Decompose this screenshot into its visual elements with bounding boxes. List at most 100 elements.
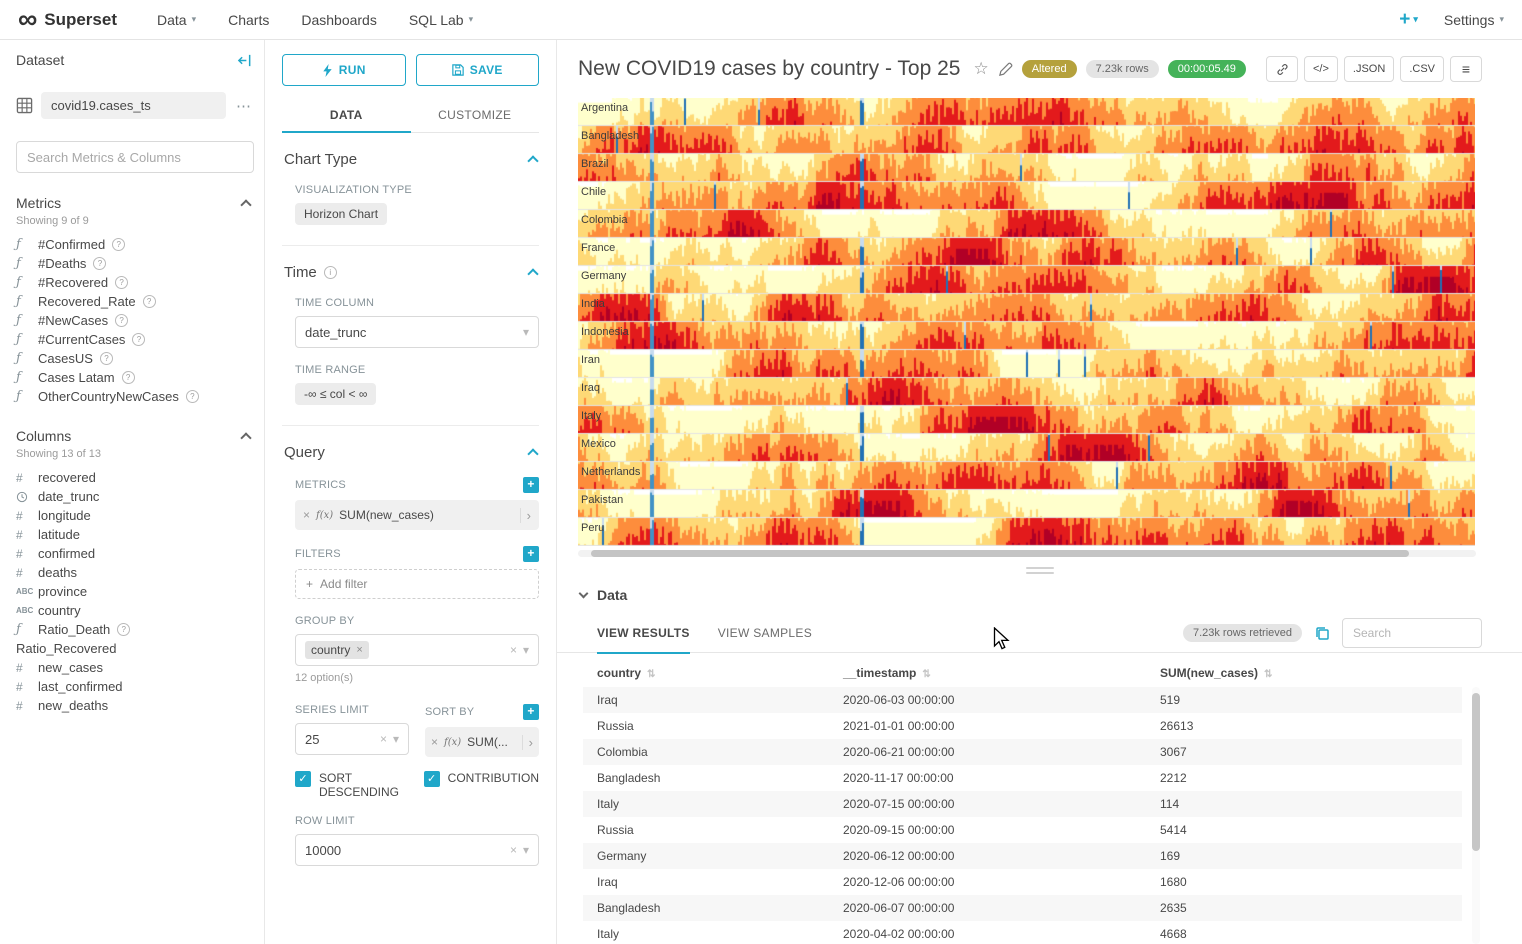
- column-item[interactable]: #new_cases: [16, 658, 254, 677]
- vertical-scrollbar[interactable]: [1472, 687, 1480, 944]
- nav-item-sql-lab[interactable]: SQL Lab▾: [409, 12, 473, 28]
- sort-descending-checkbox[interactable]: ✓: [295, 771, 311, 787]
- metrics-header[interactable]: Metrics: [16, 195, 254, 211]
- column-item[interactable]: ABCprovince: [16, 582, 254, 601]
- search-metrics-columns-input[interactable]: [16, 141, 254, 173]
- metric-item[interactable]: ƒ#Confirmed?: [16, 235, 254, 254]
- row-limit-select[interactable]: 10000 × ▾: [295, 834, 539, 866]
- embed-code-button[interactable]: </>: [1304, 56, 1338, 82]
- remove-metric-icon[interactable]: ×: [303, 508, 310, 522]
- settings-menu[interactable]: Settings ▾: [1444, 12, 1504, 28]
- table-row[interactable]: Germany2020-06-12 00:00:00169: [583, 843, 1462, 869]
- help-icon[interactable]: ?: [115, 314, 128, 327]
- table-row[interactable]: Bangladesh2020-06-07 00:00:002635: [583, 895, 1462, 921]
- horizon-chart[interactable]: ArgentinaBangladeshBrazilChileColombiaFr…: [578, 98, 1476, 547]
- help-icon[interactable]: ?: [122, 371, 135, 384]
- sort-icon[interactable]: ⇅: [922, 669, 930, 680]
- column-item[interactable]: #confirmed: [16, 544, 254, 563]
- table-row[interactable]: Iraq2020-06-03 00:00:00519: [583, 687, 1462, 713]
- contribution-checkbox[interactable]: ✓: [424, 771, 440, 787]
- time-section-header[interactable]: Time i: [282, 264, 539, 281]
- metric-item[interactable]: ƒRecovered_Rate?: [16, 292, 254, 311]
- clear-icon[interactable]: ×: [380, 732, 387, 746]
- edit-properties-icon[interactable]: [998, 62, 1013, 77]
- group-by-select[interactable]: country × × ▾: [295, 634, 539, 666]
- remove-sort-by-icon[interactable]: ×: [431, 735, 438, 749]
- time-range-value[interactable]: -∞ ≤ col < ∞: [295, 383, 376, 405]
- add-sort-by-button[interactable]: +: [523, 704, 539, 720]
- nav-item-dashboards[interactable]: Dashboards: [301, 12, 377, 28]
- collapse-panel-icon[interactable]: [237, 53, 252, 68]
- horizontal-scrollbar-thumb[interactable]: [591, 550, 1408, 557]
- export-csv-button[interactable]: .CSV: [1400, 56, 1444, 82]
- clear-icon[interactable]: ×: [510, 843, 517, 857]
- superset-logo[interactable]: ∞ Superset: [18, 6, 117, 33]
- help-icon[interactable]: ?: [112, 238, 125, 251]
- column-item[interactable]: #last_confirmed: [16, 677, 254, 696]
- column-item[interactable]: Ratio_Recovered: [16, 639, 254, 658]
- horizon-chart-canvas[interactable]: [578, 98, 1475, 546]
- metric-item[interactable]: ƒ#Recovered?: [16, 273, 254, 292]
- copy-to-clipboard-icon[interactable]: [1314, 625, 1330, 641]
- add-filter-button[interactable]: +: [523, 546, 539, 562]
- column-item[interactable]: #deaths: [16, 563, 254, 582]
- query-section-header[interactable]: Query: [282, 444, 539, 461]
- remove-group-by-icon[interactable]: ×: [356, 644, 362, 656]
- column-item[interactable]: #latitude: [16, 525, 254, 544]
- table-row[interactable]: Italy2020-04-02 00:00:004668: [583, 921, 1462, 944]
- metric-item[interactable]: ƒCases Latam?: [16, 368, 254, 387]
- copy-link-button[interactable]: [1266, 56, 1298, 82]
- column-item[interactable]: #recovered: [16, 468, 254, 487]
- nav-item-charts[interactable]: Charts: [228, 12, 269, 28]
- column-header--timestamp[interactable]: __timestamp⇅: [829, 659, 1146, 687]
- column-item[interactable]: ƒRatio_Death?: [16, 620, 254, 639]
- expand-metric-icon[interactable]: ›: [520, 508, 531, 523]
- sort-icon[interactable]: ⇅: [647, 669, 655, 680]
- help-icon[interactable]: ?: [132, 333, 145, 346]
- tab-view-samples[interactable]: VIEW SAMPLES: [718, 613, 812, 653]
- column-item[interactable]: #longitude: [16, 506, 254, 525]
- series-limit-select[interactable]: 25 × ▾: [295, 723, 409, 755]
- save-button[interactable]: SAVE: [416, 54, 540, 86]
- results-search-input[interactable]: [1342, 618, 1482, 648]
- export-json-button[interactable]: .JSON: [1344, 56, 1394, 82]
- help-icon[interactable]: ?: [117, 623, 130, 636]
- data-section-header[interactable]: Data: [557, 583, 1522, 613]
- table-row[interactable]: Bangladesh2020-11-17 00:00:002212: [583, 765, 1462, 791]
- metric-item[interactable]: ƒOtherCountryNewCases?: [16, 387, 254, 406]
- column-item[interactable]: date_trunc: [16, 487, 254, 506]
- help-icon[interactable]: ?: [186, 390, 199, 403]
- table-row[interactable]: Russia2021-01-01 00:00:0026613: [583, 713, 1462, 739]
- tab-view-results[interactable]: VIEW RESULTS: [597, 613, 690, 653]
- expand-sort-by-icon[interactable]: ›: [522, 735, 533, 750]
- run-button[interactable]: RUN: [282, 54, 406, 86]
- clear-icon[interactable]: ×: [510, 643, 517, 657]
- horizontal-scrollbar[interactable]: [578, 550, 1476, 557]
- group-by-tag[interactable]: country ×: [305, 641, 369, 659]
- help-icon[interactable]: ?: [115, 276, 128, 289]
- favorite-star-icon[interactable]: ☆: [973, 59, 988, 79]
- metric-item[interactable]: ƒCasesUS?: [16, 349, 254, 368]
- tab-customize[interactable]: CUSTOMIZE: [411, 102, 540, 132]
- panel-resize-handle[interactable]: [557, 557, 1522, 583]
- visualization-type-value[interactable]: Horizon Chart: [295, 203, 387, 225]
- metric-item[interactable]: ƒ#Deaths?: [16, 254, 254, 273]
- vertical-scrollbar-thumb[interactable]: [1472, 693, 1480, 851]
- metric-item[interactable]: ƒ#CurrentCases?: [16, 330, 254, 349]
- add-metric-button[interactable]: +: [523, 477, 539, 493]
- help-icon[interactable]: ?: [143, 295, 156, 308]
- add-filter-dropzone[interactable]: + Add filter: [295, 569, 539, 599]
- nav-item-data[interactable]: Data▾: [157, 12, 196, 28]
- time-column-select[interactable]: date_trunc ▾: [295, 316, 539, 348]
- table-row[interactable]: Colombia2020-06-21 00:00:003067: [583, 739, 1462, 765]
- metric-item[interactable]: ƒ#NewCases?: [16, 311, 254, 330]
- more-options-icon[interactable]: ⋯: [234, 97, 254, 115]
- sort-icon[interactable]: ⇅: [1264, 669, 1272, 680]
- table-row[interactable]: Russia2020-09-15 00:00:005414: [583, 817, 1462, 843]
- chart-menu-button[interactable]: ≡: [1450, 56, 1482, 82]
- dataset-name[interactable]: covid19.cases_ts: [41, 92, 226, 119]
- column-item[interactable]: ABCcountry: [16, 601, 254, 620]
- tab-data[interactable]: DATA: [282, 102, 411, 132]
- column-item[interactable]: #new_deaths: [16, 696, 254, 715]
- sort-by-pill[interactable]: × f(x) SUM(... ›: [425, 727, 539, 757]
